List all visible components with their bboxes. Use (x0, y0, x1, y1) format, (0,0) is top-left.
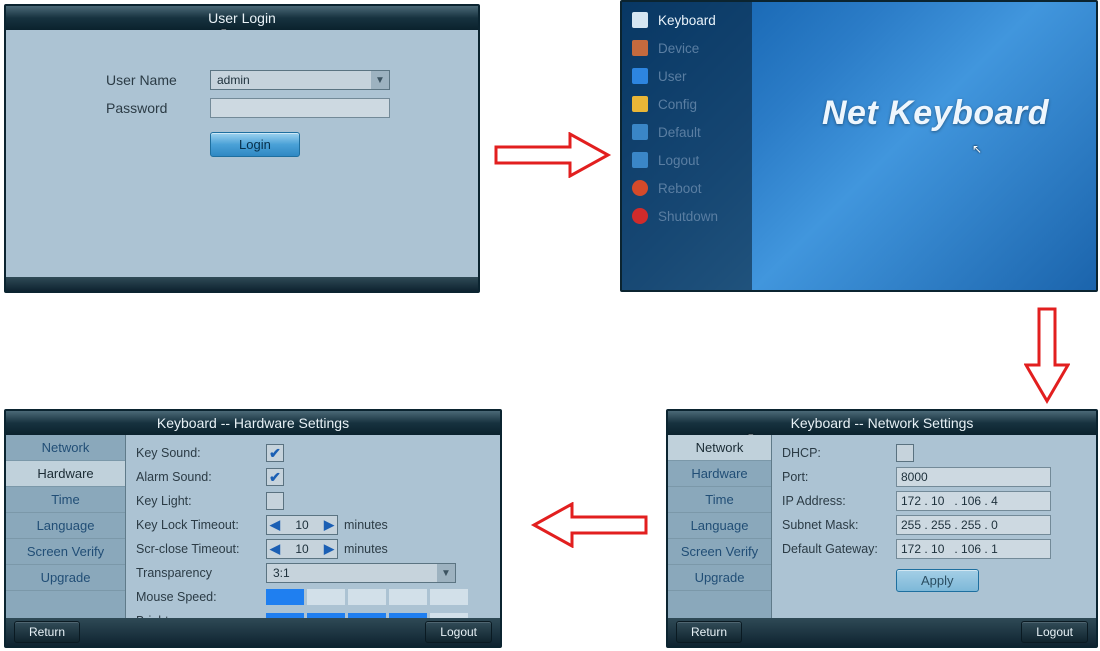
port-label: Port: (782, 470, 896, 484)
scr-close-label: Scr-close Timeout: (136, 542, 266, 556)
password-label: Password (106, 100, 210, 116)
transparency-label: Transparency (136, 566, 266, 580)
settings-sidebar: Network Hardware Time Language Screen Ve… (668, 435, 772, 618)
return-button[interactable]: Return (14, 621, 80, 643)
mask-input[interactable] (896, 515, 1051, 535)
username-value: admin (211, 73, 371, 87)
menu-device[interactable]: Device (622, 34, 752, 62)
gw-input[interactable] (896, 539, 1051, 559)
flow-arrow-down-icon (1024, 307, 1070, 405)
flow-arrow-right-icon (494, 132, 612, 178)
flow-arrow-left-icon (530, 502, 648, 548)
dhcp-checkbox[interactable] (896, 444, 914, 462)
menu-config[interactable]: Config (622, 90, 752, 118)
transparency-select[interactable]: 3:1▼ (266, 563, 456, 583)
dhcp-label: DHCP: (782, 446, 896, 460)
hardware-form: Key Sound: Alarm Sound: Key Light: Key L… (126, 435, 500, 618)
cursor-icon: ↖ (972, 142, 982, 156)
network-title: Keyboard -- Network Settings (668, 411, 1096, 435)
sidebar-item-screen-verify[interactable]: Screen Verify (6, 539, 125, 565)
sidebar-item-language[interactable]: Language (668, 513, 771, 539)
sidebar-item-hardware[interactable]: Hardware (6, 461, 125, 487)
device-icon (632, 40, 648, 56)
port-input[interactable] (896, 467, 1051, 487)
desktop-panel: Keyboard Device User Config Default Logo… (620, 0, 1098, 292)
desktop-title: Net Keyboard (822, 94, 1049, 133)
login-button[interactable]: Login (210, 132, 300, 157)
default-icon (632, 124, 648, 140)
key-lock-unit: minutes (344, 518, 388, 532)
menu-logout[interactable]: Logout (622, 146, 752, 174)
sidebar-item-network[interactable]: Network (6, 435, 125, 461)
sidebar-item-time[interactable]: Time (6, 487, 125, 513)
mouse-speed-label: Mouse Speed: (136, 590, 266, 604)
sidebar-item-network[interactable]: Network (668, 435, 771, 461)
key-lock-spinner[interactable]: ◀10▶ (266, 515, 338, 535)
sidebar-item-language[interactable]: Language (6, 513, 125, 539)
mouse-speed-slider[interactable] (266, 589, 468, 605)
chevron-down-icon[interactable]: ▼ (371, 71, 389, 89)
system-menu: Keyboard Device User Config Default Logo… (622, 2, 752, 290)
password-input[interactable] (210, 98, 390, 118)
key-sound-checkbox[interactable] (266, 444, 284, 462)
logout-icon (632, 152, 648, 168)
sidebar-item-screen-verify[interactable]: Screen Verify (668, 539, 771, 565)
sidebar-item-hardware[interactable]: Hardware (668, 461, 771, 487)
key-light-checkbox[interactable] (266, 492, 284, 510)
chevron-down-icon[interactable]: ▼ (437, 564, 455, 582)
shutdown-icon (632, 208, 648, 224)
key-lock-label: Key Lock Timeout: (136, 518, 266, 532)
ip-input[interactable] (896, 491, 1051, 511)
menu-default[interactable]: Default (622, 118, 752, 146)
logout-button[interactable]: Logout (425, 621, 492, 643)
decrement-icon[interactable]: ◀ (267, 516, 283, 534)
key-light-label: Key Light: (136, 494, 266, 508)
menu-reboot[interactable]: Reboot (622, 174, 752, 202)
logout-button[interactable]: Logout (1021, 621, 1088, 643)
config-icon (632, 96, 648, 112)
reboot-icon (632, 180, 648, 196)
return-button[interactable]: Return (676, 621, 742, 643)
menu-shutdown[interactable]: Shutdown (622, 202, 752, 230)
keyboard-icon (632, 12, 648, 28)
ip-label: IP Address: (782, 494, 896, 508)
login-panel: User Login ↖ User Name admin ▼ Password … (4, 4, 480, 293)
network-panel: Keyboard -- Network Settings ↖ Network H… (666, 409, 1098, 648)
hardware-title: Keyboard -- Hardware Settings (6, 411, 500, 435)
login-footer (6, 277, 478, 291)
sidebar-item-upgrade[interactable]: Upgrade (6, 565, 125, 591)
scr-close-spinner[interactable]: ◀10▶ (266, 539, 338, 559)
user-icon (632, 68, 648, 84)
settings-sidebar: Network Hardware Time Language Screen Ve… (6, 435, 126, 618)
apply-button[interactable]: Apply (896, 569, 979, 592)
sidebar-item-upgrade[interactable]: Upgrade (668, 565, 771, 591)
alarm-sound-checkbox[interactable] (266, 468, 284, 486)
decrement-icon[interactable]: ◀ (267, 540, 283, 558)
menu-user[interactable]: User (622, 62, 752, 90)
increment-icon[interactable]: ▶ (321, 540, 337, 558)
network-form: DHCP: Port: IP Address: Subnet Mask: Def… (772, 435, 1096, 618)
alarm-sound-label: Alarm Sound: (136, 470, 266, 484)
hardware-panel: Keyboard -- Hardware Settings Network Ha… (4, 409, 502, 648)
login-title: User Login (6, 6, 478, 30)
scr-close-unit: minutes (344, 542, 388, 556)
username-select[interactable]: admin ▼ (210, 70, 390, 90)
sidebar-item-time[interactable]: Time (668, 487, 771, 513)
gw-label: Default Gateway: (782, 542, 896, 556)
username-label: User Name (106, 72, 210, 88)
mask-label: Subnet Mask: (782, 518, 896, 532)
menu-keyboard[interactable]: Keyboard (622, 6, 752, 34)
key-sound-label: Key Sound: (136, 446, 266, 460)
increment-icon[interactable]: ▶ (321, 516, 337, 534)
